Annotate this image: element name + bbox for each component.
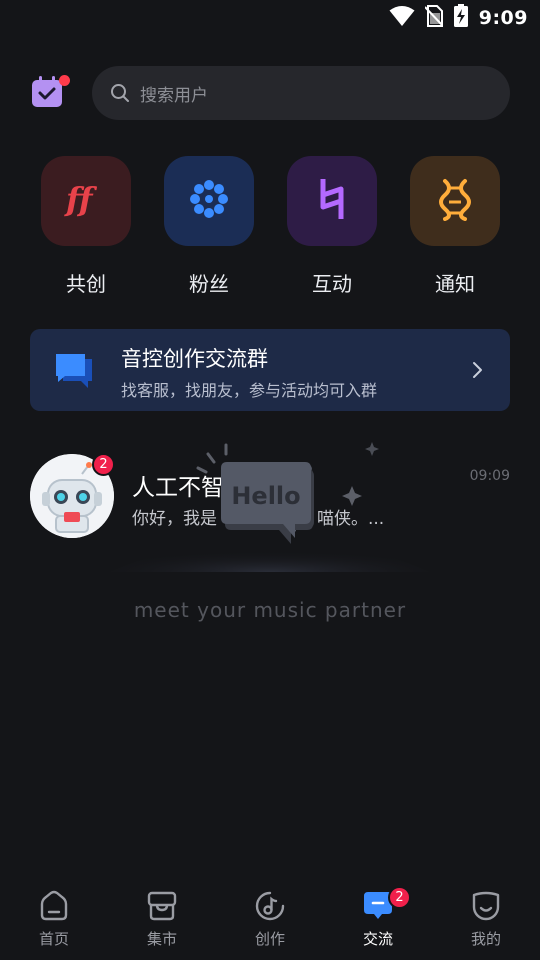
robot-avatar-icon (30, 454, 114, 538)
nav-label: 我的 (470, 930, 501, 948)
nav-profile[interactable]: 我的 (432, 876, 540, 960)
conversation-time: 09:09 (469, 468, 510, 484)
quick-action-cocreate[interactable]: ff 共创 (41, 156, 131, 297)
conversation-item[interactable]: 2 人工不智 你好，我是 喵侠。... 09:09 (0, 440, 540, 550)
music-note-icon (254, 890, 286, 922)
home-icon (38, 890, 70, 922)
profile-icon (470, 890, 502, 922)
chevron-right-icon (472, 361, 484, 379)
quick-action-label: 粉丝 (189, 272, 229, 296)
quick-action-interact[interactable]: 互动 (287, 156, 377, 297)
conversation-preview: 你好，我是 喵侠。... (132, 504, 384, 529)
status-bar: 9:09 (0, 0, 540, 36)
battery-charging-icon (453, 4, 469, 32)
bottom-nav: 首页 集市 创作 2 交流 我的 (0, 876, 540, 960)
chat-bubbles-icon (54, 351, 94, 391)
quick-action-notify[interactable]: 通知 (410, 156, 500, 297)
preview-start: 你好，我是 (132, 509, 217, 529)
nav-unread-badge: 2 (388, 886, 411, 909)
quick-action-label: 共创 (66, 272, 106, 296)
nav-create[interactable]: 创作 (216, 876, 324, 960)
market-icon (146, 890, 178, 922)
flower-icon (187, 177, 231, 225)
search-bar[interactable]: 搜索用户 (92, 66, 510, 120)
quick-tile[interactable] (410, 156, 500, 246)
nav-label: 创作 (254, 930, 285, 948)
quick-action-label: 互动 (312, 272, 352, 296)
status-icons: 9:09 (389, 4, 528, 32)
calendar-check-icon (30, 76, 66, 114)
nav-home[interactable]: 首页 (0, 876, 108, 960)
notification-dot (59, 75, 70, 86)
search-input[interactable]: 搜索用户 (140, 81, 208, 106)
waveform-icon (439, 177, 471, 225)
quick-tile[interactable] (164, 156, 254, 246)
nav-chat[interactable]: 2 交流 (324, 876, 432, 960)
tagline: meet your music partner (133, 598, 407, 622)
quick-tile[interactable] (287, 156, 377, 246)
svg-text:ff: ff (64, 180, 98, 218)
nav-market[interactable]: 集市 (108, 876, 216, 960)
natural-sign-icon (317, 177, 347, 225)
preview-end: 喵侠。... (317, 509, 385, 529)
calendar-button[interactable] (30, 74, 70, 114)
group-subtitle: 找客服，找朋友，参与活动均可入群 (121, 381, 378, 400)
status-time: 9:09 (478, 7, 528, 29)
no-sim-icon (424, 5, 444, 31)
unread-badge: 2 (92, 453, 115, 476)
quick-tile[interactable]: ff (41, 156, 131, 246)
nav-label: 集市 (146, 930, 177, 948)
conversation-name: 人工不智 (132, 475, 224, 501)
quick-action-label: 通知 (435, 272, 475, 296)
nav-label: 首页 (38, 930, 69, 948)
wifi-icon (389, 5, 415, 31)
ff-icon: ff (62, 179, 110, 223)
quick-action-fans[interactable]: 粉丝 (164, 156, 254, 297)
group-banner[interactable]: 音控创作交流群 找客服，找朋友，参与活动均可入群 (30, 329, 510, 411)
nav-label: 交流 (362, 930, 393, 948)
group-title: 音控创作交流群 (121, 347, 268, 371)
search-icon (110, 83, 130, 103)
